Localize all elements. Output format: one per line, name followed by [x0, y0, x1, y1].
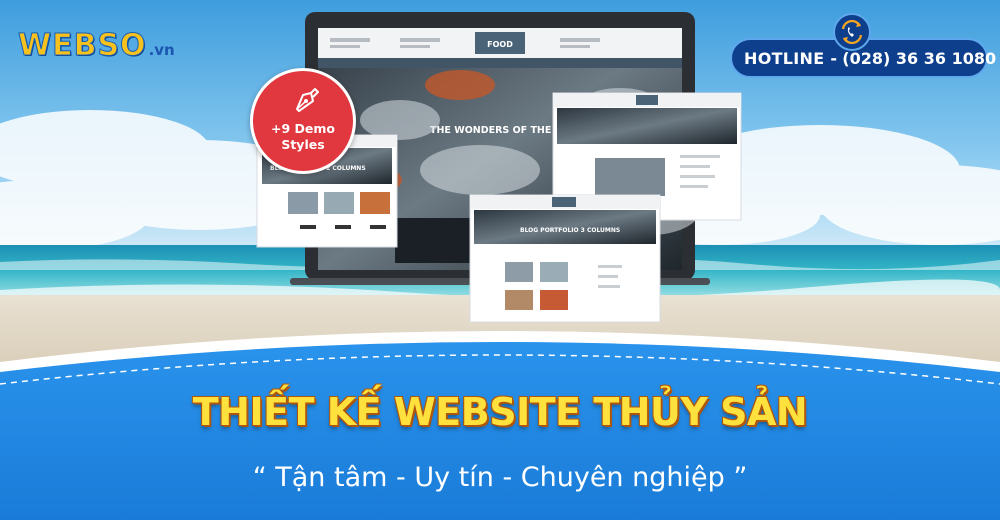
card-front-title: BLOG PORTFOLIO 3 COLUMNS	[520, 227, 620, 234]
pen-tool-icon	[296, 88, 319, 112]
hotline-label: HOTLINE -	[744, 48, 838, 68]
badge-line-2: Styles	[281, 137, 325, 152]
logo-wordmark: WEBSO	[18, 28, 147, 64]
webso-logo[interactable]: WEBSO .vn	[18, 28, 175, 64]
headline-tagline: “ Tận tâm - Uy tín - Chuyên nghiệp ”	[252, 462, 748, 493]
demo-styles-badge: +9 Demo Styles	[250, 68, 356, 174]
badge-line-1: +9 Demo	[271, 121, 335, 136]
banner-scene: FOOD THE WONDERS OF THE OC 2 COLUMNS BLO…	[0, 0, 1000, 520]
laptop-brand: FOOD	[487, 40, 513, 49]
laptop-headline: THE WONDERS OF THE OC	[430, 125, 570, 136]
mockup-card-front: BLOG PORTFOLIO 3 COLUMNS	[469, 194, 661, 323]
logo-domain: .vn	[148, 41, 175, 59]
phone-cycle-icon[interactable]	[832, 12, 872, 52]
banner: FOOD THE WONDERS OF THE OC 2 COLUMNS BLO…	[0, 0, 1000, 520]
headline-title: THIẾT KẾ WEBSITE THỦY SẢN	[192, 390, 808, 434]
